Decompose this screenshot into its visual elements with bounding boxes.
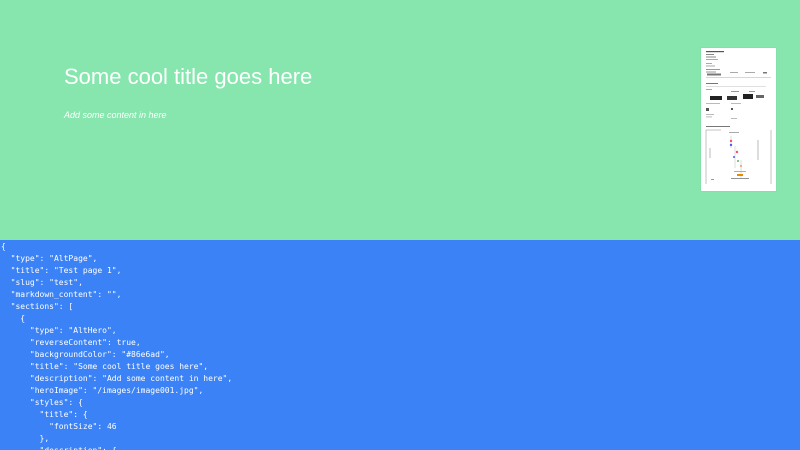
document-thumbnail-icon: [705, 51, 772, 184]
json-config-panel: { "type": "AltPage", "title": "Test page…: [0, 240, 800, 450]
hero-title: Some cool title goes here: [64, 64, 313, 89]
hero-description: Add some content in here: [64, 110, 167, 120]
hero-section: Some cool title goes here Add some conte…: [0, 0, 800, 240]
json-code-block[interactable]: { "type": "AltPage", "title": "Test page…: [0, 241, 232, 450]
hero-image: [701, 48, 776, 191]
